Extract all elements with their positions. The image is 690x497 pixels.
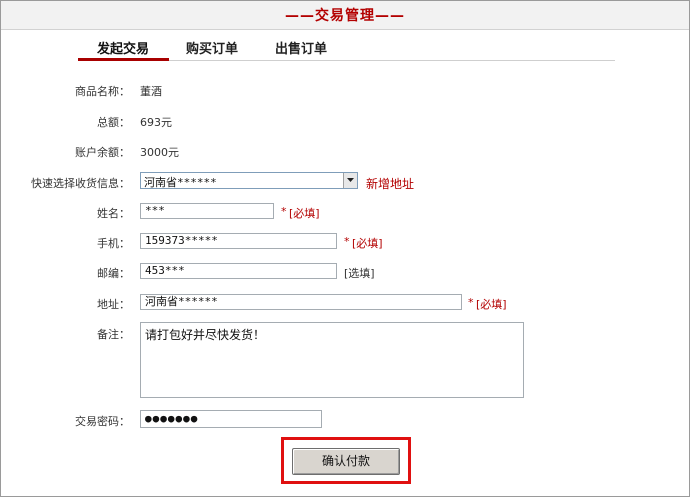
product-name-value: 董酒 [140,85,162,98]
zip-optional-hint: [选填] [344,267,375,280]
note-label: 备注： [97,328,130,341]
name-input[interactable]: *** [140,203,274,219]
total-value: 693元 [140,116,172,129]
page-title: ——交易管理—— [285,8,405,24]
zip-input[interactable]: 453*** [140,263,337,279]
password-label: 交易密码： [75,415,130,428]
quick-address-select[interactable]: 河南省****** [140,172,358,189]
name-required-hint: [必填] [289,207,320,220]
address-label: 地址： [97,298,130,311]
zip-label: 邮编： [97,267,130,280]
phone-required-mark: * [344,235,350,248]
phone-label: 手机： [97,237,130,250]
product-name-label: 商品名称： [75,85,130,98]
tab-purchase-orders[interactable]: 购买订单 [186,38,238,57]
add-address-link[interactable]: 新增地址 [366,175,414,192]
tab-initiate-trade[interactable]: 发起交易 [97,38,149,57]
name-label: 姓名： [97,207,130,220]
quick-address-label: 快速选择收货信息： [31,177,130,190]
balance-value: 3000元 [140,146,179,159]
address-required-hint: [必填] [476,298,507,311]
phone-input[interactable]: 159373***** [140,233,337,249]
password-input[interactable]: ●●●●●●● [140,410,322,428]
total-label: 总额： [97,116,130,129]
title-bar: ——交易管理—— [1,1,689,30]
address-required-mark: * [468,296,474,309]
quick-address-selected: 河南省****** [144,176,217,189]
phone-required-hint: [必填] [352,237,383,250]
tab-sales-orders[interactable]: 出售订单 [275,38,327,57]
active-tab-indicator [78,58,169,61]
dropdown-arrow-icon[interactable] [343,173,357,188]
note-textarea[interactable]: 请打包好并尽快发货！ [140,322,524,398]
address-input[interactable]: 河南省****** [140,294,462,310]
name-required-mark: * [281,205,287,218]
balance-label: 账户余额： [75,146,130,159]
confirm-payment-button[interactable]: 确认付款 [292,448,400,475]
